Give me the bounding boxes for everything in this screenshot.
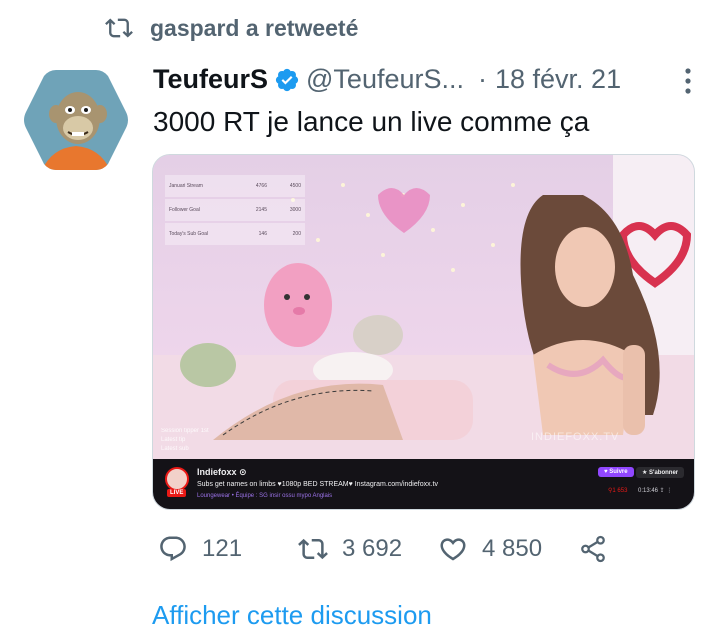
retweet-context[interactable]: gaspard a retweeté	[104, 14, 358, 42]
stream-follow-button: ♥ Suivre	[598, 467, 634, 477]
stream-viewer-count: ⚲1 653	[608, 488, 628, 494]
stream-subscribe-button: ★ S'abonner	[636, 467, 685, 478]
show-thread-link[interactable]: Afficher cette discussion	[152, 600, 432, 631]
goal-target: 200	[292, 231, 301, 237]
goal-overlay: Januari Stream 4766 4500 Follower Goal 2…	[165, 175, 305, 247]
streamer-avatar	[165, 467, 189, 491]
tweet-date[interactable]: 18 févr. 21	[495, 64, 621, 95]
stream-info-bar: LIVE Indiefoxx ⊙ Subs get names on limbs…	[153, 459, 694, 509]
reply-button[interactable]: 121	[158, 534, 298, 564]
tweet-header: TeufeurS @TeufeurS... · 18 févr. 21	[153, 64, 693, 95]
goal-label: Follower Goal	[169, 207, 200, 213]
live-badge: LIVE	[167, 489, 187, 497]
stream-watermark: INDIEFOXX.TV	[531, 431, 620, 443]
reply-count: 121	[202, 535, 243, 562]
like-button[interactable]: 4 850	[438, 534, 578, 564]
share-button[interactable]	[578, 534, 608, 564]
goal-label: Today's Sub Goal	[169, 231, 209, 237]
goal-target: 4500	[289, 183, 301, 189]
tweet-media[interactable]: Januari Stream 4766 4500 Follower Goal 2…	[152, 154, 695, 510]
verified-badge-icon	[275, 68, 299, 91]
retweet-icon	[298, 538, 328, 560]
like-count: 4 850	[482, 535, 543, 562]
tip-overlay-line: Latest sub	[161, 446, 189, 452]
goal-current: 4766	[255, 183, 267, 189]
avatar[interactable]	[22, 70, 130, 170]
stream-uptime: 0:13:46 ⇪ ⋮	[638, 488, 673, 494]
goal-current: 146	[258, 231, 267, 237]
heart-icon	[440, 538, 466, 561]
author-handle[interactable]: @TeufeurS...	[306, 64, 464, 95]
streamer-name: Indiefoxx ⊙	[197, 467, 247, 477]
tip-overlay-line: Session tipper 1st	[161, 428, 209, 434]
more-options-icon[interactable]	[683, 66, 693, 96]
goal-row: Follower Goal 2145 3000	[165, 199, 305, 221]
tweet-actions: 121 3 692 4 850	[158, 534, 608, 564]
author-name[interactable]: TeufeurS	[153, 64, 268, 95]
stream-title: Subs get names on limbs ♥1080p BED STREA…	[197, 481, 438, 488]
tip-overlay-text: Session tipper 1st Latest tip Latest sub	[161, 427, 209, 454]
goal-row: Januari Stream 4766 4500	[165, 175, 305, 197]
tweet-text: 3000 RT je lance un live comme ça	[153, 106, 590, 137]
header-separator: ·	[478, 64, 487, 94]
stream-meta: Loungewear • Équipe : SG insir ossu mypo…	[197, 493, 333, 499]
goal-row: Today's Sub Goal 146 200	[165, 223, 305, 245]
share-icon	[581, 535, 605, 563]
goal-target: 3000	[289, 207, 301, 213]
goal-label: Januari Stream	[169, 183, 203, 189]
retweet-context-label: gaspard a retweeté	[150, 14, 359, 41]
reply-icon	[160, 536, 186, 562]
retweet-count: 3 692	[342, 535, 403, 562]
retweet-icon	[105, 18, 133, 38]
tip-overlay-line: Latest tip	[161, 437, 186, 443]
goal-current: 2145	[255, 207, 267, 213]
retweet-button[interactable]: 3 692	[298, 534, 438, 564]
